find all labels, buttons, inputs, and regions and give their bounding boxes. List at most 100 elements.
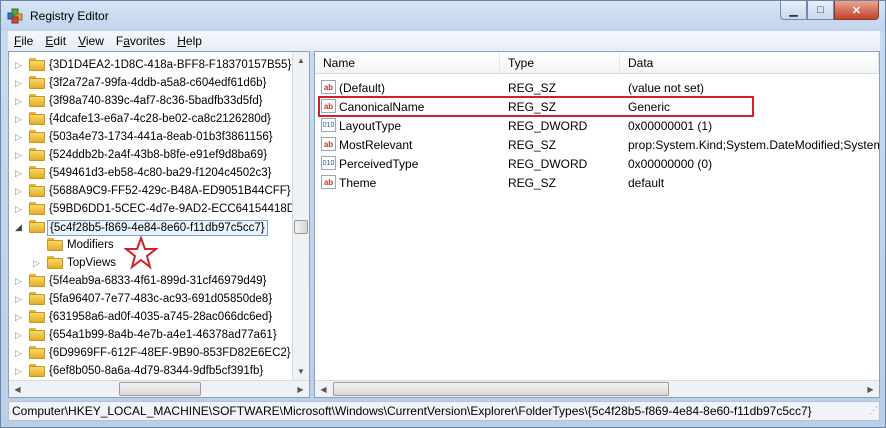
collapsed-arrow-icon[interactable]: ▷ — [15, 311, 25, 323]
values-horizontal-scrollbar[interactable]: ◀ ▶ — [315, 380, 879, 397]
collapsed-arrow-icon[interactable]: ▷ — [33, 257, 43, 269]
tree-item[interactable]: ▷ {3D1D4EA2-1D8C-418a-BFF8-F18370157B55} — [9, 56, 299, 74]
menu-help[interactable]: Help — [171, 34, 208, 48]
tree-item[interactable]: ▷ {524ddb2b-2a4f-43b8-b8fe-e91ef9d8ba69} — [9, 146, 299, 164]
values-horizontal-scroll-thumb[interactable] — [333, 382, 669, 396]
scroll-left-arrow-icon[interactable]: ◀ — [9, 381, 26, 397]
tree-item[interactable]: ▷ {6ef8b050-8a6a-4d79-8344-9dfb5cf391fb} — [9, 362, 299, 380]
value-data: default — [628, 176, 665, 190]
tree-item[interactable]: ▷ {5f4eab9a-6833-4f61-899d-31cf46979d49} — [9, 272, 299, 290]
tree-item-label[interactable]: {59BD6DD1-5CEC-4d7e-9AD2-ECC64154418D} — [47, 202, 301, 216]
tree-item[interactable]: ▷ {654a1b99-8a4b-4e7b-a4e1-46378ad77a61} — [9, 326, 299, 344]
collapsed-arrow-icon[interactable]: ▷ — [15, 185, 25, 197]
column-header-data[interactable]: Data — [620, 52, 879, 74]
menu-favorites[interactable]: Favorites — [110, 34, 171, 48]
tree-item-label[interactable]: {549461d3-eb58-4c80-ba29-f1204c4502c3} — [47, 166, 274, 180]
dword-value-icon: 010 — [321, 156, 336, 170]
folder-icon — [29, 202, 45, 215]
scroll-up-arrow-icon[interactable]: ▲ — [293, 52, 309, 69]
folder-icon — [29, 130, 45, 143]
tree-item-label[interactable]: {3f98a740-839c-4af7-8c36-5badfb33d5fd} — [47, 94, 265, 108]
collapsed-arrow-icon[interactable]: ▷ — [15, 113, 25, 125]
column-header-type[interactable]: Type — [500, 52, 620, 74]
value-row[interactable]: ab (Default) REG_SZ (value not set) — [315, 78, 879, 97]
expanded-arrow-icon[interactable]: ◢ — [15, 221, 25, 233]
tree-item-label[interactable]: {5688A9C9-FF52-429c-B48A-ED9051B44CFF} — [47, 184, 293, 198]
column-header-name[interactable]: Name — [315, 52, 500, 74]
value-row[interactable]: 010 LayoutType REG_DWORD 0x00000001 (1) — [315, 116, 879, 135]
menu-view-label: iew — [85, 34, 104, 48]
scroll-right-arrow-icon[interactable]: ▶ — [862, 381, 879, 397]
tree-item-label[interactable]: {5fa96407-7e77-483c-ac93-691d05850de8} — [47, 292, 274, 306]
value-row[interactable]: ab Theme REG_SZ default — [315, 173, 879, 192]
tree-item-label[interactable]: {631958a6-ad0f-4035-a745-28ac066dc6ed} — [47, 310, 274, 324]
scroll-down-arrow-icon[interactable]: ▼ — [293, 363, 309, 380]
tree-item[interactable]: ▷ {3f2a72a7-99fa-4ddb-a5a8-c604edf61d6b} — [9, 74, 299, 92]
tree-item[interactable]: ▷ {503a4e73-1734-441a-8eab-01b3f3861156} — [9, 128, 299, 146]
tree-horizontal-scroll-thumb[interactable] — [119, 382, 201, 396]
value-type: REG_SZ — [508, 81, 557, 95]
folder-icon — [29, 220, 45, 233]
collapsed-arrow-icon[interactable]: ▷ — [15, 347, 25, 359]
collapsed-arrow-icon[interactable]: ▷ — [15, 95, 25, 107]
tree-item[interactable]: ▷ {549461d3-eb58-4c80-ba29-f1204c4502c3} — [9, 164, 299, 182]
value-row[interactable]: 010 PerceivedType REG_DWORD 0x00000000 (0) — [315, 154, 879, 173]
tree-item-label[interactable]: {6D9969FF-612F-48EF-9B90-853FD82E6EC2} — [47, 346, 293, 360]
scroll-left-arrow-icon[interactable]: ◀ — [315, 381, 332, 397]
tree-item[interactable]: ▷ {3f98a740-839c-4af7-8c36-5badfb33d5fd} — [9, 92, 299, 110]
tree-vertical-scroll-thumb[interactable] — [294, 220, 308, 234]
maximize-button[interactable]: □ — [807, 1, 834, 20]
value-data: prop:System.Kind;System.DateModified;Sys… — [628, 138, 880, 152]
value-data: (value not set) — [628, 81, 705, 95]
collapsed-arrow-icon[interactable]: ▷ — [15, 293, 25, 305]
tree-item[interactable]: ▷ {631958a6-ad0f-4035-a745-28ac066dc6ed} — [9, 308, 299, 326]
menu-view[interactable]: View — [72, 34, 110, 48]
value-name: MostRelevant — [339, 138, 413, 152]
scroll-right-arrow-icon[interactable]: ▶ — [292, 381, 309, 397]
tree-item-label[interactable]: {3f2a72a7-99fa-4ddb-a5a8-c604edf61d6b} — [47, 76, 268, 90]
tree-item[interactable]: ▷ {5fa96407-7e77-483c-ac93-691d05850de8} — [9, 290, 299, 308]
tree-item-label[interactable]: Modifiers — [65, 238, 116, 252]
tree-item-label[interactable]: {6ef8b050-8a6a-4d79-8344-9dfb5cf391fb} — [47, 364, 265, 378]
tree-vertical-scrollbar[interactable]: ▲ ▼ — [292, 52, 309, 380]
tree-item-label[interactable]: {5f4eab9a-6833-4f61-899d-31cf46979d49} — [47, 274, 268, 288]
tree-horizontal-scrollbar[interactable]: ◀ ▶ — [9, 380, 309, 397]
tree-item-label[interactable]: TopViews — [65, 256, 118, 270]
collapsed-arrow-icon[interactable]: ▷ — [15, 203, 25, 215]
tree-item-label[interactable]: {3D1D4EA2-1D8C-418a-BFF8-F18370157B55} — [47, 58, 293, 72]
close-button[interactable]: ✕ — [834, 1, 879, 20]
collapsed-arrow-icon[interactable]: ▷ — [15, 167, 25, 179]
dword-value-icon: 010 — [321, 118, 336, 132]
menu-help-label: elp — [185, 34, 202, 48]
maximize-icon: □ — [817, 4, 824, 16]
tree-item-label[interactable]: {4dcafe13-e6a7-4c28-be02-ca8c2126280d} — [47, 112, 273, 126]
folder-icon — [29, 76, 45, 89]
minimize-button[interactable]: ▁ — [780, 1, 807, 20]
tree-item[interactable]: ◢ {5c4f28b5-f869-4e84-8e60-f11db97c5cc7} — [9, 218, 299, 236]
registry-tree[interactable]: ▷ {3D1D4EA2-1D8C-418a-BFF8-F18370157B55} ▷… — [8, 51, 310, 398]
collapsed-arrow-icon[interactable]: ▷ — [15, 329, 25, 341]
values-list[interactable]: Name Type Data ab (Default) REG_SZ (value n… — [314, 51, 880, 398]
tree-item[interactable]: ▷ {4dcafe13-e6a7-4c28-be02-ca8c2126280d} — [9, 110, 299, 128]
collapsed-arrow-icon[interactable]: ▷ — [15, 59, 25, 71]
tree-item-label[interactable]: {503a4e73-1734-441a-8eab-01b3f3861156} — [47, 130, 275, 144]
folder-icon — [29, 364, 45, 377]
tree-item[interactable]: ▷ {59BD6DD1-5CEC-4d7e-9AD2-ECC64154418D} — [9, 200, 299, 218]
tree-item[interactable]: ▷ {6D9969FF-612F-48EF-9B90-853FD82E6EC2} — [9, 344, 299, 362]
tree-item-label[interactable]: {5c4f28b5-f869-4e84-8e60-f11db97c5cc7} — [47, 220, 268, 236]
menu-edit[interactable]: Edit — [39, 34, 72, 48]
collapsed-arrow-icon[interactable]: ▷ — [15, 149, 25, 161]
menu-bar: File Edit View Favorites Help — [8, 31, 880, 51]
collapsed-arrow-icon[interactable]: ▷ — [15, 77, 25, 89]
menu-file[interactable]: File — [8, 34, 39, 48]
resize-grip-icon[interactable]: ⋰ — [869, 402, 878, 419]
value-row[interactable]: ab MostRelevant REG_SZ prop:System.Kind;Sys… — [315, 135, 879, 154]
collapsed-arrow-icon[interactable]: ▷ — [15, 365, 25, 377]
collapsed-arrow-icon[interactable]: ▷ — [15, 131, 25, 143]
tree-item-label[interactable]: {654a1b99-8a4b-4e7b-a4e1-46378ad77a61} — [47, 328, 279, 342]
collapsed-arrow-icon[interactable]: ▷ — [15, 275, 25, 287]
tree-item[interactable]: ▷ {5688A9C9-FF52-429c-B48A-ED9051B44CFF} — [9, 182, 299, 200]
tree-item-label[interactable]: {524ddb2b-2a4f-43b8-b8fe-e91ef9d8ba69} — [47, 148, 269, 162]
title-bar[interactable]: Registry Editor ▁ □ ✕ — [1, 1, 885, 31]
menu-edit-label: dit — [53, 34, 67, 48]
